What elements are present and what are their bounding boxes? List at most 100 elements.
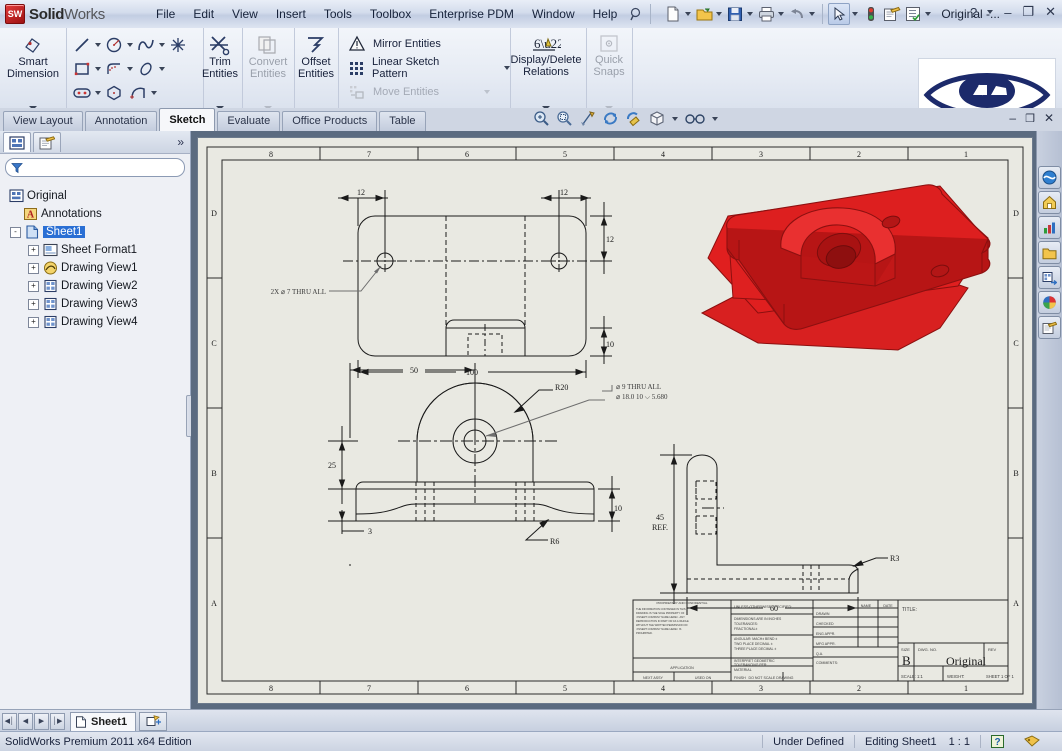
spline-caret[interactable] bbox=[159, 43, 165, 47]
doc-minimize-button[interactable]: – bbox=[1009, 111, 1016, 125]
open-folder-caret[interactable] bbox=[716, 12, 722, 16]
tree-expander-sheet1[interactable]: - bbox=[10, 227, 21, 238]
tab-evaluate[interactable]: Evaluate bbox=[217, 111, 280, 131]
printer-caret[interactable] bbox=[778, 12, 784, 16]
add-sheet-icon[interactable] bbox=[139, 712, 167, 731]
menu-file[interactable]: File bbox=[147, 3, 184, 25]
custom-properties-icon[interactable] bbox=[1038, 316, 1061, 339]
menu-tools[interactable]: Tools bbox=[315, 3, 361, 25]
prev-sheet-button[interactable]: ◀ bbox=[18, 713, 33, 730]
tag-icon[interactable] bbox=[1014, 735, 1050, 748]
first-sheet-button[interactable]: ◀│ bbox=[2, 713, 17, 730]
polygon-icon[interactable] bbox=[103, 82, 125, 104]
menu-help[interactable]: Help bbox=[584, 3, 627, 25]
menu-edit[interactable]: Edit bbox=[184, 3, 223, 25]
feature-filter-input[interactable] bbox=[5, 158, 185, 177]
tree-item-original[interactable]: Original bbox=[6, 187, 190, 205]
quick-snaps-button[interactable]: Quick Snaps bbox=[586, 28, 632, 114]
pan-view-icon[interactable] bbox=[625, 110, 642, 127]
graphics-area[interactable]: 8 7 6 5 4 3 2 1 8 7 6 5 4 3 2 1 D bbox=[191, 131, 1037, 709]
rotate-view-icon[interactable] bbox=[602, 110, 619, 127]
sw-resources-icon[interactable] bbox=[1038, 166, 1061, 189]
help-caret[interactable] bbox=[987, 10, 993, 14]
circle-caret[interactable] bbox=[127, 43, 133, 47]
trim-entities-button[interactable]: Trim Entities bbox=[198, 28, 242, 114]
last-sheet-button[interactable]: │▶ bbox=[50, 713, 65, 730]
menu-window[interactable]: Window bbox=[523, 3, 584, 25]
traffic-light-icon[interactable] bbox=[861, 4, 881, 24]
drawing-sheet[interactable]: 8 7 6 5 4 3 2 1 8 7 6 5 4 3 2 1 D bbox=[197, 137, 1033, 704]
menu-enterprise-pdm[interactable]: Enterprise PDM bbox=[420, 3, 523, 25]
arc-icon[interactable] bbox=[127, 82, 149, 104]
rectangle-icon[interactable] bbox=[71, 58, 93, 80]
sheet-tab-sheet1[interactable]: Sheet1 bbox=[70, 712, 136, 731]
zoom-to-fit-icon[interactable] bbox=[533, 110, 550, 127]
new-document-icon[interactable] bbox=[663, 4, 683, 24]
view-orientation-caret[interactable] bbox=[712, 117, 718, 121]
line-icon[interactable] bbox=[71, 34, 93, 56]
doc-close-button[interactable]: ✕ bbox=[1044, 111, 1054, 125]
rectangle-caret[interactable] bbox=[95, 67, 101, 71]
drawing-view-isometric[interactable] bbox=[702, 185, 990, 350]
undo-arrow-icon[interactable] bbox=[787, 4, 807, 24]
help-icon[interactable]: ? bbox=[980, 735, 1014, 748]
tree-item-drawing-view1[interactable]: + Drawing View1 bbox=[6, 259, 190, 277]
select-caret[interactable] bbox=[852, 12, 858, 16]
tree-expander-drawing-view1[interactable]: + bbox=[28, 263, 39, 274]
ellipse-caret[interactable] bbox=[159, 67, 165, 71]
straight-slot-icon[interactable] bbox=[71, 82, 93, 104]
tree-expander-drawing-view3[interactable]: + bbox=[28, 299, 39, 310]
tab-annotation[interactable]: Annotation bbox=[85, 111, 158, 131]
tab-sketch[interactable]: Sketch bbox=[159, 108, 215, 131]
undo-caret[interactable] bbox=[809, 12, 815, 16]
tree-expander-sheet-format1[interactable]: + bbox=[28, 245, 39, 256]
move-entities-button[interactable]: Move Entities bbox=[342, 80, 510, 104]
save-disk-icon[interactable] bbox=[725, 4, 745, 24]
view-orientation-glasses-icon[interactable] bbox=[684, 111, 706, 126]
tree-expander-drawing-view4[interactable]: + bbox=[28, 317, 39, 328]
smart-dimension-button[interactable]: Smart Dimension bbox=[0, 28, 66, 114]
arc-caret[interactable] bbox=[151, 91, 157, 95]
offset-entities-button[interactable]: Offset Entities bbox=[294, 28, 338, 114]
circle-icon[interactable] bbox=[103, 34, 125, 56]
tab-view-layout[interactable]: View Layout bbox=[3, 111, 83, 131]
tree-item-drawing-view3[interactable]: + Drawing View3 bbox=[6, 295, 190, 313]
zoom-in-out-icon[interactable] bbox=[579, 110, 596, 127]
new-document-caret[interactable] bbox=[685, 12, 691, 16]
help-button[interactable]: ? bbox=[968, 5, 979, 20]
home-library-icon[interactable] bbox=[1038, 191, 1061, 214]
options-caret[interactable] bbox=[925, 12, 931, 16]
line-caret[interactable] bbox=[95, 43, 101, 47]
appearance-sphere-icon[interactable] bbox=[1038, 291, 1061, 314]
arrow-cursor-icon[interactable] bbox=[828, 3, 850, 25]
menu-toolbox[interactable]: Toolbox bbox=[361, 3, 420, 25]
display-delete-relations-button[interactable]: 6\u2235 Display/Delete Relations bbox=[506, 28, 586, 114]
tab-office-products[interactable]: Office Products bbox=[282, 111, 377, 131]
doc-restore-button[interactable]: ❒ bbox=[1025, 112, 1035, 125]
panel-more-button[interactable]: » bbox=[177, 135, 184, 149]
menu-view[interactable]: View bbox=[223, 3, 267, 25]
tree-item-drawing-view2[interactable]: + Drawing View2 bbox=[6, 277, 190, 295]
tree-item-annotations[interactable]: A Annotations bbox=[6, 205, 190, 223]
search-icon[interactable] bbox=[626, 4, 646, 24]
convert-entities-button[interactable]: Convert Entities bbox=[242, 28, 294, 114]
tree-item-drawing-view4[interactable]: + Drawing View4 bbox=[6, 313, 190, 331]
slot-caret[interactable] bbox=[95, 91, 101, 95]
open-folder-icon[interactable] bbox=[694, 4, 714, 24]
spline-icon[interactable] bbox=[135, 34, 157, 56]
ellipse-icon[interactable] bbox=[135, 58, 157, 80]
menu-insert[interactable]: Insert bbox=[267, 3, 315, 25]
linear-sketch-pattern-button[interactable]: Linear Sketch Pattern bbox=[342, 56, 510, 80]
move-entities-caret[interactable] bbox=[484, 90, 490, 94]
tree-item-sheet1[interactable]: - Sheet1 bbox=[6, 223, 190, 241]
options-list-icon[interactable] bbox=[903, 4, 923, 24]
printer-icon[interactable] bbox=[756, 4, 776, 24]
property-manager-icon[interactable] bbox=[33, 132, 61, 152]
next-sheet-button[interactable]: ▶ bbox=[34, 713, 49, 730]
zoom-to-area-icon[interactable] bbox=[556, 110, 573, 127]
mirror-entities-button[interactable]: Mirror Entities bbox=[342, 32, 510, 56]
sketch-fillet-caret[interactable] bbox=[127, 67, 133, 71]
point-star-icon[interactable] bbox=[167, 34, 189, 56]
sheet-properties-icon[interactable] bbox=[882, 4, 902, 24]
sketch-fillet-icon[interactable] bbox=[103, 58, 125, 80]
